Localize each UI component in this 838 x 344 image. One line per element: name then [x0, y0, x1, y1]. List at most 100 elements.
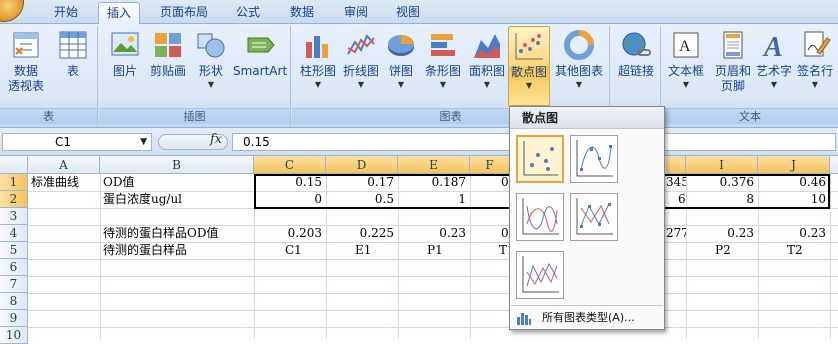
row-header-4[interactable]: 4	[0, 225, 28, 242]
cell-e5[interactable]: P1	[424, 242, 470, 259]
cell-e2[interactable]: 1	[398, 191, 470, 208]
cell-a1[interactable]: 标准曲线	[28, 174, 100, 191]
cell-f5[interactable]: T1	[496, 242, 510, 259]
row-header-3[interactable]: 3	[0, 208, 28, 225]
tab-page-layout[interactable]: 页面布局	[152, 2, 216, 24]
select-all-corner[interactable]	[0, 156, 28, 174]
scatter-markers-only-option[interactable]	[516, 135, 564, 183]
cell-i1[interactable]: 0.376	[686, 174, 758, 191]
cell-j4[interactable]: 0.23	[758, 225, 830, 242]
area-chart-button[interactable]: 面积图 ▼	[466, 30, 508, 89]
cell-c5[interactable]: C1	[282, 242, 326, 259]
cell-j2[interactable]: 10	[758, 191, 830, 208]
row-header-1[interactable]: 1	[0, 174, 28, 191]
cell-h4[interactable]: 277	[663, 225, 686, 242]
column-header-k[interactable]	[830, 156, 838, 174]
all-chart-types-item[interactable]: 所有图表类型(A)...	[510, 307, 664, 329]
bar-chart-button[interactable]: 条形图 ▼	[422, 30, 464, 89]
tab-review[interactable]: 审阅	[334, 2, 378, 24]
cell-h1[interactable]: 345	[663, 174, 686, 191]
column-chart-button[interactable]: 柱形图 ▼	[298, 30, 338, 89]
pie-chart-button[interactable]: 饼图 ▼	[384, 30, 418, 89]
row-header-5[interactable]: 5	[0, 242, 28, 259]
pivot-table-label-2: 透视表	[7, 79, 44, 93]
picture-button[interactable]: 图片	[105, 30, 145, 79]
scatter-straight-lines-markers-option[interactable]	[570, 193, 618, 241]
other-charts-button[interactable]: 其他图表 ▼	[552, 30, 606, 89]
name-box-dropdown-icon[interactable]: ▼	[140, 134, 147, 150]
cell-j5[interactable]: T2	[784, 242, 830, 259]
column-header-a[interactable]: A	[28, 156, 100, 174]
cell-d5[interactable]: E1	[352, 242, 398, 259]
scatter-straight-lines-option[interactable]	[516, 251, 564, 299]
cell-b5[interactable]: 待测的蛋白样品	[100, 242, 254, 259]
cell-c1[interactable]: 0.15	[254, 174, 326, 191]
cell-e4[interactable]: 0.23	[398, 225, 470, 242]
hyperlink-label: 超链接	[617, 64, 654, 78]
shapes-button[interactable]: 形状 ▼	[191, 30, 231, 89]
hyperlink-button[interactable]: 超链接	[615, 30, 657, 79]
smartart-label: SmartArt	[233, 64, 288, 78]
table-button[interactable]: 表	[54, 30, 92, 79]
tab-formulas[interactable]: 公式	[226, 2, 270, 24]
cell-i4[interactable]: 0.23	[686, 225, 758, 242]
bar-chart-dropdown-arrow: ▼	[439, 80, 447, 89]
clipart-button[interactable]: 剪贴画	[147, 30, 189, 79]
column-header-c[interactable]: C	[254, 156, 326, 174]
line-chart-button[interactable]: 折线图 ▼	[340, 30, 382, 89]
column-header-d[interactable]: D	[326, 156, 398, 174]
row-header-10[interactable]: 10	[0, 327, 28, 344]
tab-data[interactable]: 数据	[280, 2, 324, 24]
office-button[interactable]	[0, 0, 24, 22]
cell-c4[interactable]: 0.203	[254, 225, 326, 242]
cell-b1[interactable]: OD值	[100, 174, 254, 191]
column-header-j[interactable]: J	[758, 156, 830, 174]
scatter-chart-button[interactable]: 散点图 ▼	[508, 26, 550, 106]
cell-e1[interactable]: 0.187	[398, 174, 470, 191]
scatter-chart-gallery: 散点图 所有图表类型(A)...	[509, 106, 665, 330]
textbox-button[interactable]: A 文本框 ▼	[664, 30, 708, 89]
cell-b4[interactable]: 待测的蛋白样品OD值	[100, 225, 254, 242]
gallery-header: 散点图	[510, 107, 664, 129]
textbox-icon: A	[673, 32, 699, 58]
cell-c2[interactable]: 0	[254, 191, 326, 208]
column-header-h[interactable]	[666, 156, 686, 174]
textbox-dropdown-arrow: ▼	[682, 80, 690, 89]
scatter-smooth-lines-markers-option[interactable]	[570, 135, 618, 183]
cell-i2[interactable]: 8	[686, 191, 758, 208]
name-box[interactable]: C1 ▼	[2, 133, 152, 151]
column-header-f[interactable]: F	[470, 156, 510, 174]
cell-h2[interactable]: 6	[675, 191, 686, 208]
tab-view[interactable]: 视图	[386, 2, 430, 24]
tab-insert[interactable]: 插入	[98, 2, 140, 25]
fx-icon[interactable]: fx	[210, 132, 222, 147]
header-footer-button[interactable]: 页眉和 页脚	[712, 30, 754, 94]
row-header-6[interactable]: 6	[0, 259, 28, 276]
row-header-2[interactable]: 2	[0, 191, 28, 208]
wordart-button[interactable]: A 艺术字 ▼	[754, 30, 794, 89]
cell-d4[interactable]: 0.225	[326, 225, 398, 242]
row-header-7[interactable]: 7	[0, 276, 28, 293]
smartart-button[interactable]: SmartArt	[233, 30, 287, 79]
column-header-i[interactable]: I	[686, 156, 758, 174]
signature-line-button[interactable]: 签名行 ▼	[794, 30, 836, 89]
cell-i5[interactable]: P2	[712, 242, 758, 259]
column-header-b[interactable]: B	[100, 156, 254, 174]
cell-b2[interactable]: 蛋白浓度ug/ul	[100, 191, 254, 208]
scatter-smooth-lines-option[interactable]	[516, 193, 564, 241]
tab-home[interactable]: 开始	[46, 2, 86, 24]
group-illustrations: 图片 剪贴画 形状 ▼ SmartArt 插图	[99, 26, 291, 126]
cell-d2[interactable]: 0.5	[326, 191, 398, 208]
scatter-smooth-lines-markers-icon	[576, 140, 613, 177]
column-header-e[interactable]: E	[398, 156, 470, 174]
header-footer-label-1: 页眉和	[714, 64, 751, 78]
area-chart-label: 面积图	[468, 64, 505, 78]
cell-d1[interactable]: 0.17	[326, 174, 398, 191]
row-header-9[interactable]: 9	[0, 310, 28, 327]
gallery-separator	[511, 305, 663, 306]
cell-j1[interactable]: 0.46	[758, 174, 830, 191]
pivot-table-button[interactable]: 数据 透视表	[2, 30, 50, 94]
column-chart-label: 柱形图	[299, 64, 336, 78]
scatter-chart-dropdown-arrow: ▼	[525, 81, 533, 90]
row-header-8[interactable]: 8	[0, 293, 28, 310]
